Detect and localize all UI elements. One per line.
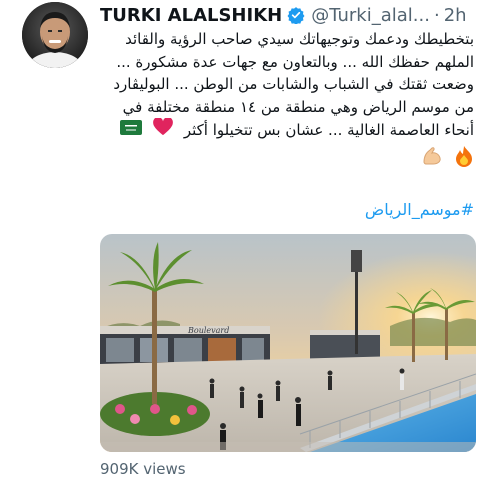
red-heart-icon: [153, 118, 173, 143]
building-sign-text: Boulevard: [187, 326, 229, 335]
tweet-line: أنحاء العاصمة الغالية ... عشان بس تتخيلو…: [183, 120, 474, 139]
tweet-line: من موسم الرياض وهي منطقة من ١٤ منطقة مخت…: [122, 97, 474, 116]
separator-dot: ·: [433, 4, 440, 26]
verified-badge-icon: [287, 6, 305, 24]
flexed-biceps-icon: [421, 146, 443, 173]
tweet-line: وضعت ثقتك في الشباب والشابات من الوطن ..…: [113, 75, 474, 93]
tweet-line: الملهم حفظك الله ... وبالتعاون مع جهات ع…: [116, 52, 474, 71]
emoji-row: [96, 145, 474, 171]
saudi-flag-icon: [120, 119, 143, 142]
tweet-timestamp[interactable]: 2h: [444, 5, 467, 26]
tweet-text: بتخطيطك ودعمك وتوجيهاتك سيدي صاحب الرؤية…: [96, 28, 474, 171]
tweet-header: TURKI ALALSHIKH @Turki_alal... · 2h: [100, 3, 467, 27]
tweet-line-with-emoji: أنحاء العاصمة الغالية ... عشان بس تتخيلو…: [96, 118, 474, 143]
hashtag-link[interactable]: #موسم_الرياض: [365, 200, 474, 219]
avatar-photo: [22, 2, 88, 68]
tweet-image[interactable]: Boulevard: [100, 234, 476, 452]
avatar[interactable]: [22, 2, 88, 68]
tweet-line: بتخطيطك ودعمك وتوجيهاتك سيدي صاحب الرؤية…: [125, 30, 474, 48]
author-handle[interactable]: @Turki_alal...: [311, 5, 430, 26]
boulevard-rendering-image: Boulevard: [100, 234, 476, 452]
fire-icon: [454, 145, 474, 174]
view-count: 909K views: [100, 460, 186, 478]
author-name[interactable]: TURKI ALALSHIKH: [100, 5, 282, 26]
